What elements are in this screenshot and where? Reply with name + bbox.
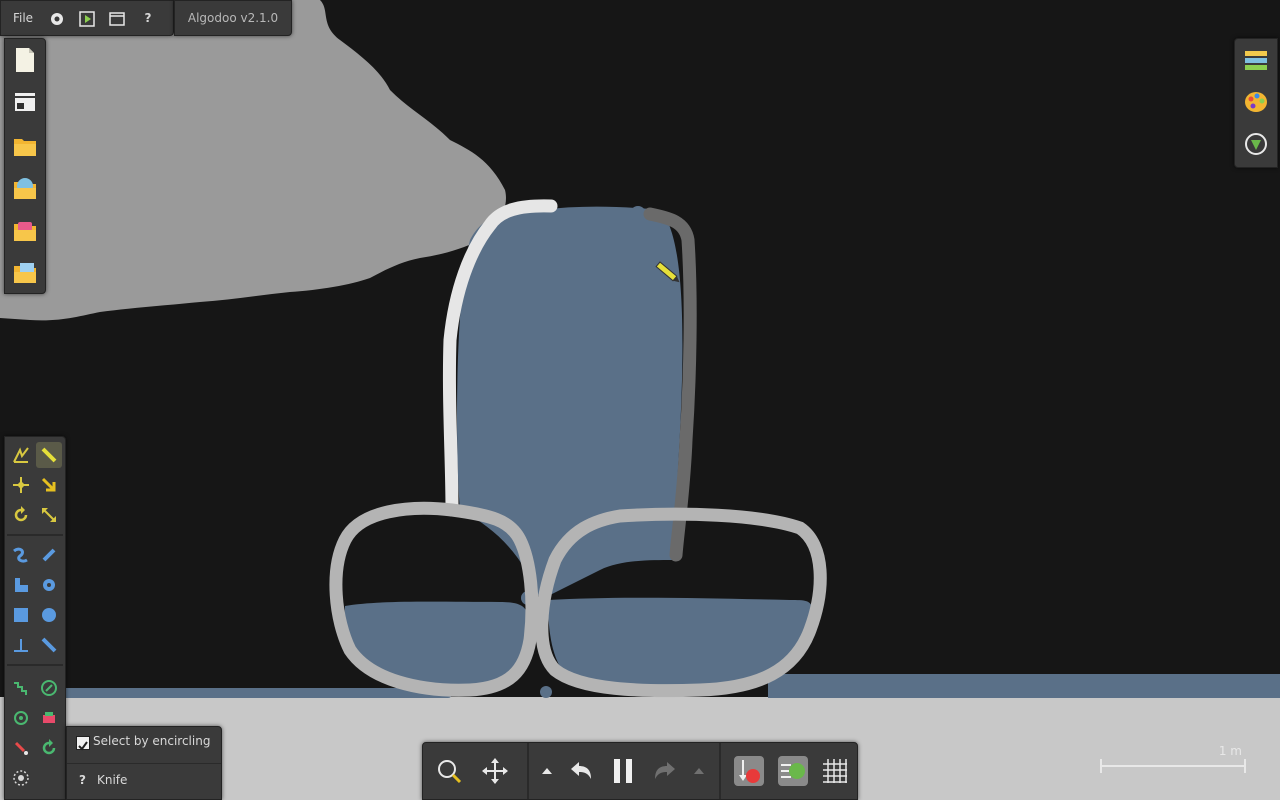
drag-tool[interactable] [36,472,62,498]
file-menu[interactable]: File [5,1,41,35]
tool-name-label: Knife [97,773,128,787]
background-icon[interactable] [1241,129,1271,159]
tracer-tool[interactable] [36,705,62,731]
palette-icon[interactable] [1241,87,1271,117]
scale-bar-tick-left [1100,759,1102,773]
gear-icon[interactable] [47,9,67,29]
spring-tool[interactable] [36,632,62,658]
bottom-toolbar [422,742,858,800]
scale-bar: 1 m [1098,744,1248,776]
new-scene-icon[interactable] [11,45,39,75]
tools-separator [7,534,63,536]
thruster-tool[interactable] [8,705,34,731]
select-by-encircling-label[interactable]: Select by encircling [93,734,210,748]
box-tool[interactable] [8,602,34,628]
pause-icon[interactable] [603,751,643,791]
top-menu-bar: File ? [0,0,174,36]
bottom-separator [527,743,529,799]
zoom-icon[interactable] [429,751,469,791]
undo-icon[interactable] [561,751,601,791]
pen-tool[interactable] [36,542,62,568]
tool-help-icon[interactable]: ? [79,773,86,787]
version-label: Algodoo v2.1.0 [187,11,279,25]
version-label-panel: Algodoo v2.1.0 [174,0,292,36]
view-toolbar [1234,38,1278,168]
checkmark-icon [78,741,88,751]
scale-bar-line [1100,765,1246,767]
scale-tool[interactable] [36,502,62,528]
fixate-tool[interactable] [8,632,34,658]
select-by-encircling-checkbox[interactable] [76,736,90,751]
chain-tool[interactable] [36,735,62,761]
gear-tool[interactable] [36,572,62,598]
move-tool[interactable] [8,472,34,498]
redo-icon[interactable] [645,751,685,791]
water-right[interactable] [768,674,1280,698]
water-tool[interactable] [8,765,34,791]
water-left[interactable] [62,688,452,698]
open-folder-icon[interactable] [11,131,39,161]
undo-more-icon[interactable] [533,751,561,791]
gravity-icon[interactable] [729,751,769,791]
redo-more-icon[interactable] [685,751,713,791]
open-phunlet-icon[interactable] [11,215,39,245]
knife-tool[interactable] [36,442,62,468]
tools-separator [7,664,63,666]
scale-bar-tick-right [1244,759,1246,773]
help-menu[interactable]: ? [137,1,159,35]
brush-tool[interactable] [8,735,34,761]
bottom-separator [719,743,721,799]
window-icon[interactable] [107,9,127,29]
file-toolbar [4,38,46,294]
sketch-tool[interactable] [8,442,34,468]
save-scene-icon[interactable] [11,257,39,287]
options-separator [67,763,221,764]
cloud-shape[interactable] [0,0,506,321]
laser-tool[interactable] [36,675,62,701]
pan-icon[interactable] [475,751,515,791]
circle-tool[interactable] [36,602,62,628]
rotate-tool[interactable] [8,502,34,528]
tools-panel [4,436,66,800]
play-scene-icon[interactable] [77,9,97,29]
scene-browser-icon[interactable] [11,87,39,117]
tool-options-panel: Select by encircling ? Knife [66,726,222,800]
scale-bar-label: 1 m [1218,744,1242,758]
rope-tool[interactable] [8,542,34,568]
open-scene-icon[interactable] [11,173,39,203]
layers-icon[interactable] [1241,45,1271,75]
grid-icon[interactable] [815,751,855,791]
hinge-tool[interactable] [8,675,34,701]
plane-tool[interactable] [8,572,34,598]
simulation-canvas[interactable] [0,0,1280,800]
air-friction-icon[interactable] [773,751,813,791]
